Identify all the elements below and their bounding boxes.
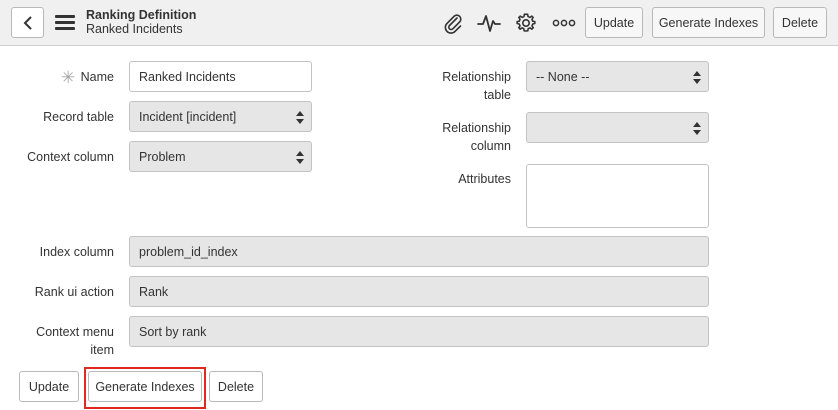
- paperclip-icon[interactable]: [441, 11, 465, 35]
- form-title: Ranking Definition: [86, 8, 197, 22]
- header-update-button[interactable]: Update: [585, 7, 643, 38]
- name-input[interactable]: Ranked Incidents: [129, 61, 312, 92]
- context-column-value: Problem: [139, 149, 186, 164]
- name-label: Name: [80, 70, 114, 84]
- context-menu-item-label-line1: Context menu: [36, 325, 114, 339]
- activity-icon[interactable]: [477, 11, 501, 35]
- record-table-label: Record table: [43, 110, 114, 124]
- relationship-table-select[interactable]: -- None --: [526, 61, 709, 92]
- footer-generate-indexes-button[interactable]: Generate Indexes: [88, 371, 202, 402]
- relationship-column-label: Relationship column: [400, 119, 511, 155]
- relationship-table-label: Relationship table: [400, 68, 511, 104]
- footer-update-button[interactable]: Update: [19, 371, 79, 402]
- footer-delete-button[interactable]: Delete: [209, 371, 263, 402]
- relationship-column-select[interactable]: [526, 112, 709, 143]
- index-column-label: Index column: [39, 245, 114, 259]
- select-caret-icon: [693, 71, 701, 84]
- attributes-textarea[interactable]: [526, 164, 709, 228]
- relationship-column-label-line1: Relationship: [442, 121, 511, 135]
- context-menu-item-label-line2: item: [90, 343, 114, 357]
- context-column-label: Context column: [27, 150, 114, 164]
- rank-ui-action-label: Rank ui action: [34, 285, 114, 299]
- header-generate-indexes-button[interactable]: Generate Indexes: [652, 7, 765, 38]
- more-icon[interactable]: [551, 11, 577, 35]
- back-button[interactable]: [11, 7, 44, 38]
- context-column-select[interactable]: Problem: [129, 141, 312, 172]
- gear-icon[interactable]: [514, 11, 538, 35]
- index-column-field: problem_id_index: [129, 236, 709, 267]
- relationship-table-label-line2: table: [483, 88, 511, 102]
- attributes-label: Attributes: [458, 172, 511, 186]
- select-caret-icon: [693, 122, 701, 135]
- context-menu-item-label: Context menu item: [10, 323, 114, 359]
- relationship-table-value: -- None --: [536, 69, 590, 84]
- relationship-column-label-line2: column: [470, 139, 511, 153]
- select-caret-icon: [296, 151, 304, 164]
- rank-ui-action-field[interactable]: Rank: [129, 276, 709, 307]
- record-name: Ranked Incidents: [86, 22, 183, 36]
- form-header: Ranking Definition Ranked Incidents Upda…: [0, 0, 838, 46]
- menu-icon[interactable]: [55, 15, 75, 31]
- record-title: Ranking Definition Ranked Incidents: [86, 8, 196, 36]
- record-table-value: Incident [incident]: [139, 109, 237, 124]
- back-icon: [23, 15, 32, 30]
- record-table-select[interactable]: Incident [incident]: [129, 101, 312, 132]
- context-menu-item-field[interactable]: Sort by rank: [129, 316, 709, 347]
- select-caret-icon: [296, 111, 304, 124]
- header-delete-button[interactable]: Delete: [773, 7, 827, 38]
- relationship-table-label-line1: Relationship: [442, 70, 511, 84]
